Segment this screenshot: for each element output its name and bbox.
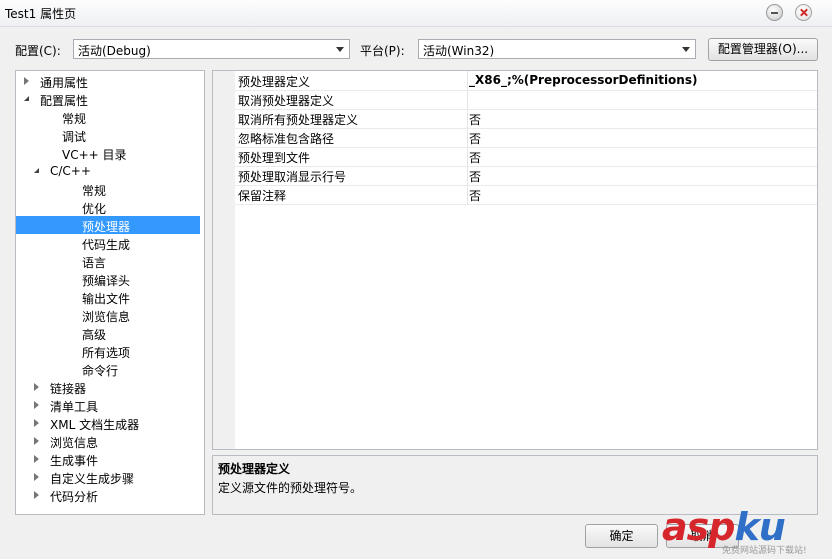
- property-row[interactable]: 保留注释 否: [235, 185, 817, 205]
- property-row[interactable]: 预处理取消显示行号 否: [235, 166, 817, 186]
- window-title: Test1 属性页: [5, 7, 77, 21]
- tree-item[interactable]: 输出文件: [16, 288, 200, 306]
- title-bar: Test1 属性页: [0, 0, 832, 27]
- collapsed-triangle-icon[interactable]: [34, 491, 39, 499]
- tree-item-label: 预处理器: [82, 220, 131, 234]
- minimize-icon[interactable]: [766, 4, 783, 21]
- property-value[interactable]: 否: [469, 149, 481, 166]
- tree-item-label: 预编译头: [82, 274, 131, 288]
- tree-item-label: C/C++: [50, 164, 91, 178]
- tree-item-label: 清单工具: [50, 400, 99, 414]
- tree-item-label: 常规: [82, 184, 107, 198]
- property-name: 预处理到文件: [238, 151, 311, 165]
- tree-item-label: 通用属性: [40, 76, 89, 90]
- property-grid: 预处理器定义 _X86_;%(PreprocessorDefinitions) 取消…: [212, 70, 818, 450]
- tree-item[interactable]: VC++ 目录: [16, 144, 200, 162]
- tree-item-label: 所有选项: [82, 346, 131, 360]
- ok-button[interactable]: 确定: [585, 524, 658, 548]
- tree-item-label: 调试: [62, 130, 87, 144]
- chevron-down-icon: [682, 47, 690, 52]
- property-name: 预处理器定义: [238, 75, 311, 89]
- property-value[interactable]: 否: [469, 168, 481, 185]
- description-text: 定义源文件的预处理符号。: [218, 481, 363, 495]
- collapsed-triangle-icon[interactable]: [34, 473, 39, 481]
- tree-item[interactable]: 预编译头: [16, 270, 200, 288]
- property-name: 忽略标准包含路径: [238, 132, 335, 146]
- tree-item-label: 优化: [82, 202, 107, 216]
- tree-item-label: XML 文档生成器: [50, 418, 140, 432]
- tree-item[interactable]: 浏览信息: [16, 306, 200, 324]
- collapsed-triangle-icon[interactable]: [24, 77, 29, 85]
- tree-item[interactable]: 生成事件: [16, 450, 200, 468]
- expanded-triangle-icon[interactable]: [24, 96, 29, 101]
- tree-item-label: 浏览信息: [50, 436, 99, 450]
- config-manager-button[interactable]: 配置管理器(O)...: [708, 38, 818, 61]
- property-row[interactable]: 预处理器定义 _X86_;%(PreprocessorDefinitions): [235, 71, 817, 91]
- property-tree: 通用属性 配置属性 常规 调试 VC++ 目录 C/C++ 常规 优化 预处理器 代码生成 语言 预编…: [15, 70, 205, 515]
- tree-item-label: 配置属性: [40, 94, 89, 108]
- collapsed-triangle-icon[interactable]: [34, 455, 39, 463]
- collapsed-triangle-icon[interactable]: [34, 419, 39, 427]
- tree-item[interactable]: 配置属性: [16, 90, 200, 108]
- property-row[interactable]: 取消预处理器定义: [235, 90, 817, 110]
- tree-item-label: 生成事件: [50, 454, 99, 468]
- tree-item[interactable]: C/C++: [16, 162, 200, 180]
- grid-gutter: [213, 71, 235, 449]
- collapsed-triangle-icon[interactable]: [34, 383, 39, 391]
- tree-item-label: 代码生成: [82, 238, 131, 252]
- property-row[interactable]: 取消所有预处理器定义 否: [235, 109, 817, 129]
- tree-item[interactable]: 自定义生成步骤: [16, 468, 200, 486]
- property-name: 预处理取消显示行号: [238, 170, 347, 184]
- platform-select[interactable]: 活动(Win32): [418, 39, 696, 59]
- tree-item[interactable]: 通用属性: [16, 72, 200, 90]
- tree-item[interactable]: 常规: [16, 108, 200, 126]
- tree-item[interactable]: 高级: [16, 324, 200, 342]
- tree-item[interactable]: 命令行: [16, 360, 200, 378]
- tree-item[interactable]: 预处理器: [16, 216, 200, 234]
- watermark-tagline: 免费网站源码下载站!: [722, 546, 807, 556]
- tree-item-label: 命令行: [82, 364, 119, 378]
- tree-item[interactable]: 清单工具: [16, 396, 200, 414]
- expanded-triangle-icon[interactable]: [34, 168, 39, 173]
- tree-item-label: 语言: [82, 256, 107, 270]
- tree-item-label: 常规: [62, 112, 87, 126]
- tree-item[interactable]: XML 文档生成器: [16, 414, 200, 432]
- tree-item-label: 代码分析: [50, 490, 99, 504]
- tree-item-label: 浏览信息: [82, 310, 131, 324]
- tree-item[interactable]: 常规: [16, 180, 200, 198]
- property-name: 保留注释: [238, 189, 287, 203]
- tree-item-label: 高级: [82, 328, 107, 342]
- property-value[interactable]: 否: [469, 187, 481, 204]
- platform-label: 平台(P):: [360, 44, 405, 58]
- close-icon[interactable]: [795, 4, 812, 21]
- property-row[interactable]: 预处理到文件 否: [235, 147, 817, 167]
- config-select[interactable]: 活动(Debug): [73, 39, 350, 59]
- tree-item-label: 输出文件: [82, 292, 131, 306]
- chevron-down-icon: [336, 47, 344, 52]
- tree-item[interactable]: 优化: [16, 198, 200, 216]
- tree-item[interactable]: 链接器: [16, 378, 200, 396]
- platform-select-value: 活动(Win32): [423, 44, 495, 58]
- tree-item[interactable]: 代码分析: [16, 486, 200, 504]
- tree-item[interactable]: 代码生成: [16, 234, 200, 252]
- description-title: 预处理器定义: [218, 462, 291, 476]
- tree-item[interactable]: 浏览信息: [16, 432, 200, 450]
- collapsed-triangle-icon[interactable]: [34, 437, 39, 445]
- tree-item-label: 链接器: [50, 382, 87, 396]
- tree-item-label: VC++ 目录: [62, 148, 127, 162]
- property-name: 取消所有预处理器定义: [238, 113, 359, 127]
- property-row[interactable]: 忽略标准包含路径 否: [235, 128, 817, 148]
- config-label: 配置(C):: [15, 44, 61, 58]
- tree-item[interactable]: 调试: [16, 126, 200, 144]
- property-name: 取消预处理器定义: [238, 94, 335, 108]
- tree-item-label: 自定义生成步骤: [50, 472, 135, 486]
- config-select-value: 活动(Debug): [78, 44, 151, 58]
- watermark: aspku 免费网站源码下载站!: [660, 505, 830, 557]
- tree-item[interactable]: 所有选项: [16, 342, 200, 360]
- property-value[interactable]: 否: [469, 111, 481, 128]
- tree-item[interactable]: 语言: [16, 252, 200, 270]
- property-value[interactable]: _X86_;%(PreprocessorDefinitions): [469, 73, 697, 87]
- property-value[interactable]: 否: [469, 130, 481, 147]
- collapsed-triangle-icon[interactable]: [34, 401, 39, 409]
